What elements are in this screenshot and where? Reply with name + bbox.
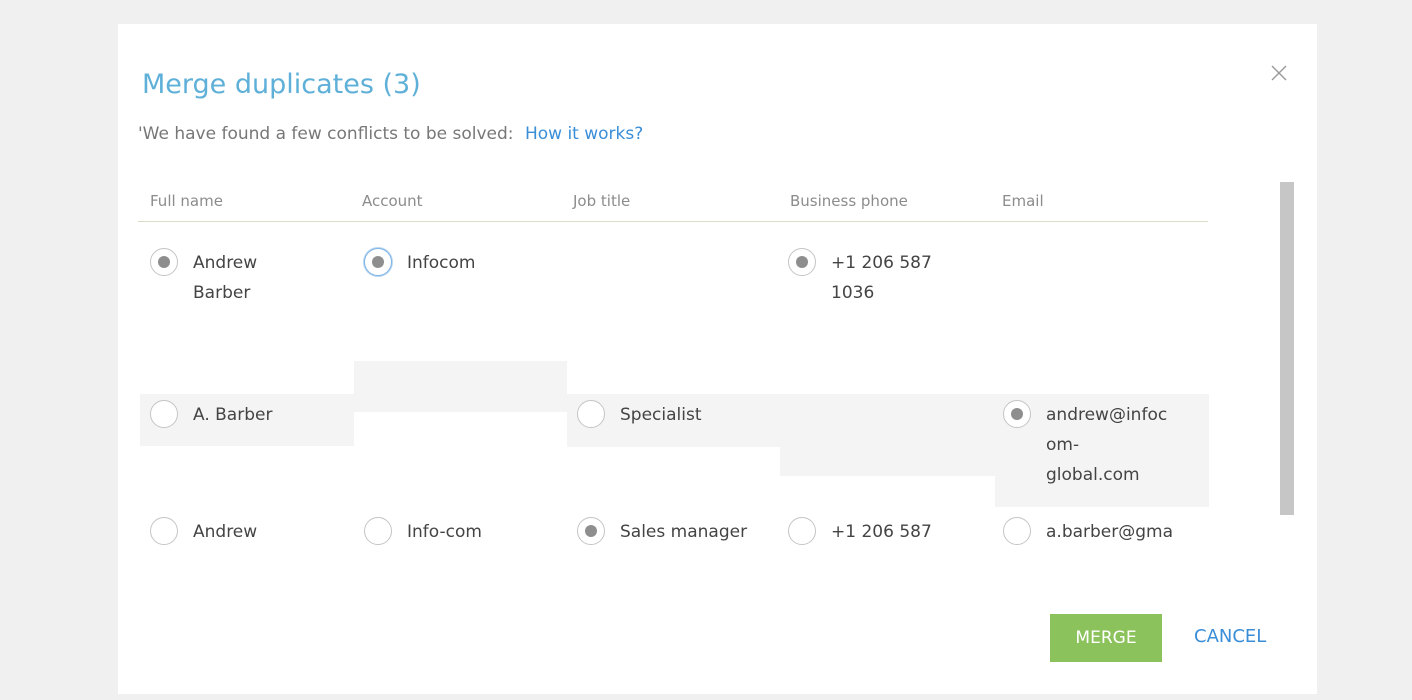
radio-button[interactable] xyxy=(150,248,178,276)
column-header-job-title: Job title xyxy=(573,192,631,210)
column-header-email: Email xyxy=(1002,192,1044,210)
radio-button[interactable] xyxy=(788,248,816,276)
option-label: Info-com xyxy=(407,522,482,542)
dialog-title: Merge duplicates (3) xyxy=(142,69,421,100)
option-account-row3[interactable]: Info-com xyxy=(364,517,482,547)
option-text: +1 206 587 1036 xyxy=(831,253,932,303)
option-label: +1 206 587 xyxy=(831,522,932,542)
option-label: Infocom xyxy=(407,253,476,273)
cancel-button[interactable]: CANCEL xyxy=(1194,626,1266,647)
option-label: A. Barber xyxy=(193,405,273,425)
option-business-phone-row3[interactable]: +1 206 587 xyxy=(788,517,932,547)
radio-button[interactable] xyxy=(788,517,816,545)
how-it-works-link[interactable]: How it works? xyxy=(525,124,643,144)
radio-button[interactable] xyxy=(364,517,392,545)
vertical-scrollbar[interactable] xyxy=(1280,182,1294,515)
option-text: andrew@infoc om- global.com xyxy=(1046,405,1168,485)
shaded-cell xyxy=(780,394,995,476)
header-divider xyxy=(138,221,1208,222)
option-full-name-row3[interactable]: Andrew xyxy=(150,517,257,547)
option-account-row1[interactable]: Infocom xyxy=(364,248,475,278)
option-email-row2[interactable]: andrew@infoc om- global.com xyxy=(1003,400,1167,490)
conflicts-message: 'We have found a few conflicts to be sol… xyxy=(138,124,643,144)
option-label: Specialist xyxy=(620,405,702,425)
merge-button[interactable]: MERGE xyxy=(1050,614,1162,662)
conflicts-text: 'We have found a few conflicts to be sol… xyxy=(138,124,514,144)
column-header-business-phone: Business phone xyxy=(790,192,908,210)
radio-button[interactable] xyxy=(1003,400,1031,428)
option-label: +1 206 587 1036 xyxy=(831,248,932,308)
option-full-name-row1[interactable]: Andrew Barber xyxy=(150,248,257,308)
radio-button[interactable] xyxy=(1003,517,1031,545)
merge-duplicates-dialog: Merge duplicates (3) 'We have found a fe… xyxy=(118,24,1317,694)
option-text: Andrew Barber xyxy=(193,253,258,303)
option-label: Sales manager xyxy=(620,522,748,542)
option-business-phone-row1[interactable]: +1 206 587 1036 xyxy=(788,248,932,308)
option-job-title-row3[interactable]: Sales manager xyxy=(577,517,747,547)
radio-button[interactable] xyxy=(150,400,178,428)
option-full-name-row2[interactable]: A. Barber xyxy=(150,400,272,430)
radio-button[interactable] xyxy=(577,400,605,428)
option-label: a.barber@gma xyxy=(1046,522,1174,542)
column-header-account: Account xyxy=(362,192,423,210)
radio-button[interactable] xyxy=(364,248,392,276)
close-icon[interactable] xyxy=(1266,60,1292,86)
shaded-cell xyxy=(354,361,567,412)
option-job-title-row2[interactable]: Specialist xyxy=(577,400,702,430)
option-label: andrew@infoc om- global.com xyxy=(1046,400,1167,490)
radio-button[interactable] xyxy=(150,517,178,545)
option-label: Andrew xyxy=(193,522,258,542)
option-label: Andrew Barber xyxy=(193,248,257,308)
column-header-full-name: Full name xyxy=(150,192,223,210)
radio-button[interactable] xyxy=(577,517,605,545)
option-email-row3[interactable]: a.barber@gma xyxy=(1003,517,1173,547)
